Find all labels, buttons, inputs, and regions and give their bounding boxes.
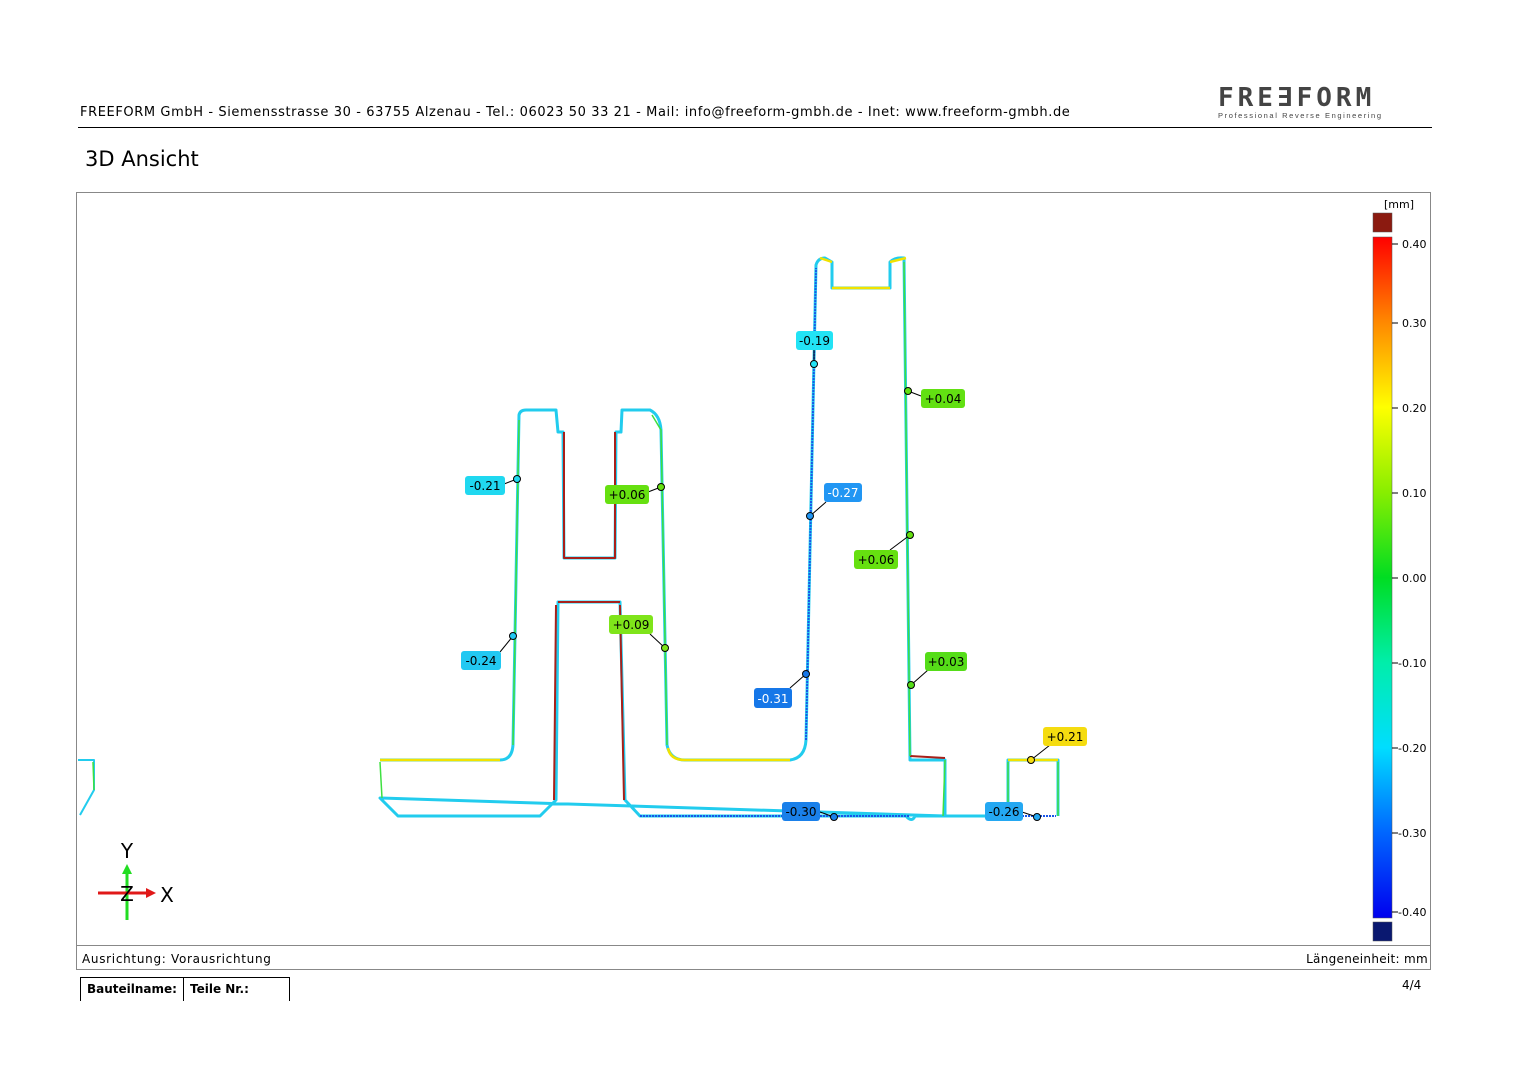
- legend-tick-label: 0.40: [1402, 238, 1427, 251]
- deviation-3d-view[interactable]: -0.19 +0.04 -0.21 +0.06 -0.27 +0.06 +0.0…: [0, 0, 1518, 1072]
- legend-tick-label: -0.40: [1398, 906, 1426, 919]
- deviation-label[interactable]: -0.31: [754, 688, 792, 708]
- z-axis-label: Z: [120, 882, 134, 906]
- deviation-label[interactable]: +0.04: [921, 389, 965, 408]
- deviation-label[interactable]: -0.19: [796, 331, 833, 350]
- deviation-value: -0.30: [785, 805, 816, 819]
- deviation-label[interactable]: -0.27: [824, 483, 862, 502]
- legend-tick-label: 0.20: [1402, 402, 1427, 415]
- outline-fragment-left: [78, 759, 95, 816]
- legend-unit: [mm]: [1384, 198, 1414, 211]
- axis-triad: Y Z X: [98, 839, 174, 920]
- y-axis-label: Y: [120, 839, 134, 863]
- x-axis-label: X: [160, 883, 174, 907]
- deviation-value: +0.04: [925, 392, 962, 406]
- deviation-value: +0.09: [613, 618, 650, 632]
- deviation-label[interactable]: -0.30: [782, 802, 820, 821]
- deviation-value: +0.21: [1047, 730, 1084, 744]
- deviation-label[interactable]: +0.03: [925, 652, 967, 671]
- length-unit-info: Längeneinheit: mm: [1306, 952, 1428, 966]
- deviation-value: -0.21: [469, 479, 500, 493]
- deviation-label[interactable]: +0.06: [605, 485, 649, 504]
- color-legend: [mm] 0.40 0.30 0.20 0.10 0.00 -0.10 -0.2…: [1372, 198, 1427, 942]
- deviation-value: +0.03: [928, 655, 965, 669]
- legend-tick-label: -0.10: [1398, 657, 1426, 670]
- part-name-label: Bauteilname:: [87, 982, 177, 996]
- deviation-value: -0.24: [465, 654, 496, 668]
- deviation-label[interactable]: +0.06: [854, 550, 898, 569]
- outline-yellow-segment: [380, 256, 1058, 762]
- deviation-value: +0.06: [609, 488, 646, 502]
- deviation-label[interactable]: +0.21: [1043, 727, 1087, 746]
- legend-tick-label: 0.30: [1402, 317, 1427, 330]
- deviation-value: -0.19: [799, 334, 830, 348]
- page-number: 4/4: [1402, 978, 1422, 992]
- legend-tick-label: 0.10: [1402, 487, 1427, 500]
- outline-green-segment: [379, 261, 1059, 817]
- deviation-label[interactable]: +0.09: [609, 615, 653, 634]
- deviation-label[interactable]: -0.24: [461, 651, 501, 670]
- deviation-value: -0.31: [757, 692, 788, 706]
- deviation-value: +0.06: [858, 553, 895, 567]
- legend-color-bar: [1372, 236, 1393, 919]
- legend-under-swatch: [1372, 921, 1393, 942]
- alignment-info: Ausrichtung: Vorausrichtung: [82, 952, 272, 966]
- legend-over-swatch: [1372, 212, 1393, 233]
- deviation-label[interactable]: -0.21: [465, 476, 505, 495]
- legend-tick-label: 0.00: [1402, 572, 1427, 585]
- outline-fragment-left-green: [92, 761, 95, 791]
- parts-table: Bauteilname: Teile Nr.:: [80, 977, 290, 1001]
- legend-tick-label: -0.30: [1398, 827, 1426, 840]
- deviation-value: -0.26: [988, 805, 1019, 819]
- deviation-value: -0.27: [827, 486, 858, 500]
- part-number-label: Teile Nr.:: [182, 978, 289, 1001]
- outline-blue-segment: [640, 267, 1056, 817]
- outline-base: [378, 256, 1060, 821]
- deviation-label[interactable]: -0.26: [985, 802, 1023, 821]
- legend-tick-label: -0.20: [1398, 742, 1426, 755]
- measurement-leaders: [499, 350, 1051, 821]
- legend-ticks: [1392, 243, 1398, 913]
